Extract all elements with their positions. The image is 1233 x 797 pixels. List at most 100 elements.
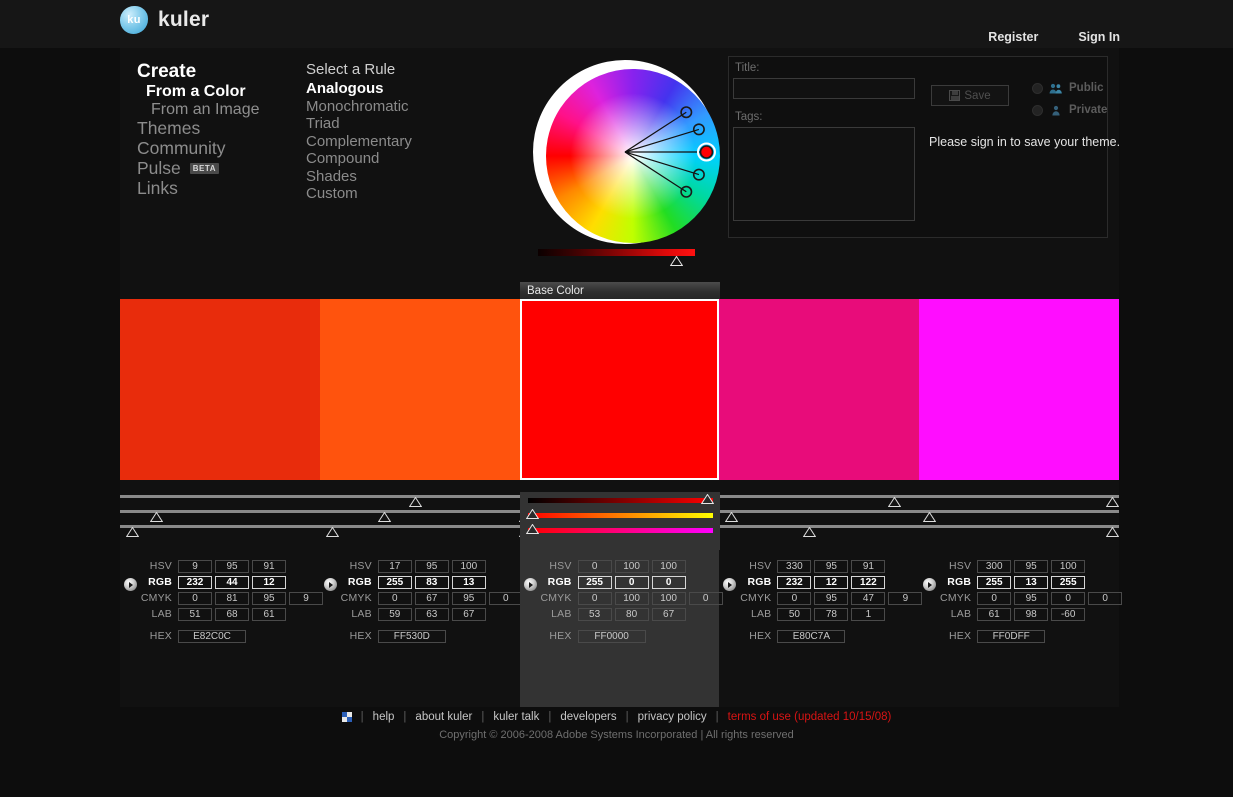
value-field-cmyk-0[interactable]: 0 — [377, 591, 412, 605]
wheel-brightness-slider[interactable] — [538, 249, 695, 256]
private-radio[interactable] — [1032, 104, 1043, 116]
slider-handle-r1-0[interactable] — [409, 497, 422, 507]
value-field-hex[interactable]: E82C0C — [178, 629, 246, 643]
value-field-rgb-0[interactable]: 255 — [577, 575, 612, 589]
value-field-lab-2[interactable]: 61 — [252, 607, 286, 621]
value-field-hsv-2[interactable]: 91 — [252, 559, 286, 573]
value-field-hex[interactable]: FF0000 — [577, 629, 646, 643]
value-field-lab-1[interactable]: 78 — [814, 607, 849, 621]
value-field-cmyk-0[interactable]: 0 — [178, 591, 212, 605]
slider-handle-r2-0[interactable] — [150, 512, 163, 522]
nav-from-a-color[interactable]: From a Color — [137, 83, 307, 101]
value-field-hsv-0[interactable]: 0 — [577, 559, 612, 573]
swatch-2[interactable] — [319, 299, 520, 480]
slider-handle-r3-3[interactable] — [803, 527, 816, 537]
slider-handle-r2-4[interactable] — [923, 512, 936, 522]
rule-triad[interactable]: Triad — [306, 115, 456, 133]
nav-themes[interactable]: Themes — [137, 118, 307, 139]
nav-from-an-image[interactable]: From an Image — [137, 101, 307, 119]
nav-links[interactable]: Links — [137, 178, 307, 199]
value-field-hsv-0[interactable]: 330 — [777, 559, 812, 573]
logo[interactable]: ku kuler — [120, 6, 209, 34]
value-field-cmyk-3[interactable]: 9 — [888, 591, 923, 605]
value-field-cmyk-2[interactable]: 100 — [651, 591, 686, 605]
value-field-cmyk-1[interactable]: 95 — [1014, 591, 1049, 605]
value-field-rgb-2[interactable]: 0 — [651, 575, 686, 589]
value-field-hsv-1[interactable]: 95 — [814, 559, 849, 573]
value-field-rgb-2[interactable]: 122 — [851, 575, 886, 589]
value-field-hsv-0[interactable]: 17 — [377, 559, 412, 573]
nav-community[interactable]: Community — [137, 138, 307, 159]
visibility-public-row[interactable]: Public — [1032, 82, 1104, 94]
slider-handle-r2-3[interactable] — [725, 512, 738, 522]
value-field-lab-1[interactable]: 98 — [1014, 607, 1049, 621]
base-strip-3[interactable] — [528, 528, 713, 533]
slider-handle-r2-1[interactable] — [378, 512, 391, 522]
footer-link-about[interactable]: about kuler — [415, 711, 472, 723]
nav-pulse[interactable]: Pulse BETA — [137, 158, 307, 179]
base-strip-2[interactable] — [528, 513, 713, 518]
slider-handle-r3-0[interactable] — [126, 527, 139, 537]
footer-link-help[interactable]: help — [373, 711, 395, 723]
value-field-rgb-0[interactable]: 255 — [377, 575, 412, 589]
tags-input[interactable] — [733, 127, 915, 221]
slider-handle-r3-1[interactable] — [326, 527, 339, 537]
value-field-lab-0[interactable]: 61 — [977, 607, 1012, 621]
value-field-lab-0[interactable]: 51 — [178, 607, 212, 621]
value-field-hsv-1[interactable]: 95 — [215, 559, 249, 573]
value-field-lab-1[interactable]: 63 — [414, 607, 449, 621]
slider-handle-r1-3[interactable] — [1106, 497, 1119, 507]
value-field-cmyk-3[interactable]: 9 — [289, 591, 323, 605]
value-field-hsv-2[interactable]: 100 — [1051, 559, 1086, 573]
value-field-cmyk-0[interactable]: 0 — [977, 591, 1012, 605]
public-radio[interactable] — [1032, 82, 1043, 94]
value-field-rgb-1[interactable]: 12 — [814, 575, 849, 589]
value-field-hsv-1[interactable]: 95 — [414, 559, 449, 573]
swatch-4[interactable] — [719, 299, 920, 480]
nav-create[interactable]: Create — [137, 61, 307, 83]
value-field-cmyk-2[interactable]: 95 — [451, 591, 486, 605]
value-field-rgb-2[interactable]: 12 — [252, 575, 286, 589]
value-field-hsv-2[interactable]: 100 — [451, 559, 486, 573]
value-field-hsv-2[interactable]: 100 — [651, 559, 686, 573]
value-field-rgb-0[interactable]: 232 — [178, 575, 212, 589]
value-field-hsv-1[interactable]: 95 — [1014, 559, 1049, 573]
rule-custom[interactable]: Custom — [306, 185, 456, 203]
value-field-lab-2[interactable]: 67 — [451, 607, 486, 621]
value-field-cmyk-2[interactable]: 95 — [252, 591, 286, 605]
rule-monochromatic[interactable]: Monochromatic — [306, 98, 456, 116]
rule-shades[interactable]: Shades — [306, 168, 456, 186]
value-field-cmyk-1[interactable]: 100 — [614, 591, 649, 605]
swatch-5[interactable] — [919, 299, 1119, 480]
value-field-cmyk-1[interactable]: 81 — [215, 591, 249, 605]
expand-arrow-icon-3[interactable] — [523, 578, 537, 591]
footer-link-developers[interactable]: developers — [560, 711, 616, 723]
value-field-lab-2[interactable]: -60 — [1051, 607, 1086, 621]
value-field-hex[interactable]: FF530D — [377, 629, 446, 643]
value-field-rgb-2[interactable]: 255 — [1051, 575, 1086, 589]
value-field-hsv-0[interactable]: 9 — [178, 559, 212, 573]
value-field-rgb-0[interactable]: 232 — [777, 575, 812, 589]
value-field-hex[interactable]: FF0DFF — [977, 629, 1046, 643]
wheel-marker-2[interactable] — [699, 145, 714, 159]
value-field-lab-0[interactable]: 53 — [577, 607, 612, 621]
wheel-brightness-handle[interactable] — [670, 256, 683, 266]
base-strip-handle-3[interactable] — [526, 524, 539, 534]
rule-compound[interactable]: Compound — [306, 150, 456, 168]
base-strip-1[interactable] — [528, 498, 713, 503]
value-field-cmyk-3[interactable]: 0 — [1088, 591, 1123, 605]
value-field-rgb-1[interactable]: 44 — [215, 575, 249, 589]
register-link[interactable]: Register — [988, 30, 1038, 44]
value-field-cmyk-3[interactable]: 0 — [488, 591, 523, 605]
value-field-lab-0[interactable]: 50 — [777, 607, 812, 621]
footer-link-terms[interactable]: terms of use (updated 10/15/08) — [728, 711, 892, 723]
value-field-hsv-0[interactable]: 300 — [977, 559, 1012, 573]
value-field-lab-2[interactable]: 67 — [651, 607, 686, 621]
base-strip-handle-2[interactable] — [526, 509, 539, 519]
value-field-hsv-2[interactable]: 91 — [851, 559, 886, 573]
value-field-lab-0[interactable]: 59 — [377, 607, 412, 621]
slider-handle-r1-2[interactable] — [888, 497, 901, 507]
swatch-1[interactable] — [120, 299, 320, 480]
slider-handle-r3-4[interactable] — [1106, 527, 1119, 537]
value-field-cmyk-3[interactable]: 0 — [688, 591, 723, 605]
